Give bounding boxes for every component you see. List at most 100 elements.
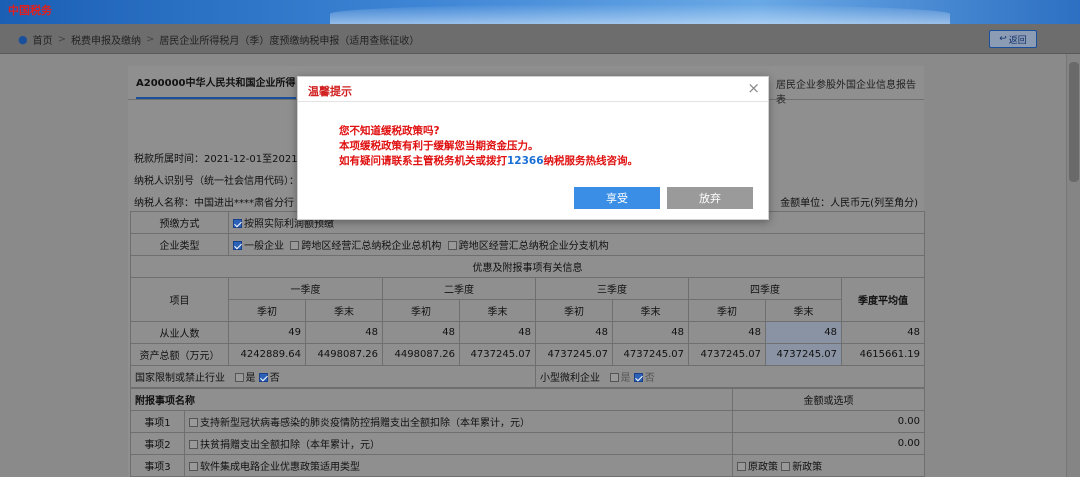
matter-checkbox[interactable] xyxy=(189,440,198,449)
cross-region-branch-checkbox[interactable] xyxy=(447,241,457,250)
employees-cell[interactable]: 49 xyxy=(228,321,306,344)
dialog-line-1: 您不知道缓税政策吗? xyxy=(339,125,440,137)
section-title: 优惠及附报事项有关信息 xyxy=(129,255,926,278)
small-yes-checkbox[interactable] xyxy=(609,373,619,382)
matter-label: 事项1 xyxy=(130,410,185,433)
matter-name: 支持新型冠状病毒感染的肺炎疫情防控捐赠支出全额扣除（本年累计，元） xyxy=(184,410,733,433)
matter-checkbox[interactable] xyxy=(189,418,198,427)
restricted-yes-checkbox[interactable] xyxy=(234,373,244,382)
q3-header: 三季度 xyxy=(535,277,689,300)
cross-region-branch-label: 跨地区经营汇总纳税企业分支机构 xyxy=(458,241,609,252)
prepay-actual-profit-label: 按照实际利润额预缴 xyxy=(244,219,334,230)
dialog-line-3: 如有疑问请联系主管税务机关或拨打12366纳税服务热线咨询。 xyxy=(339,154,638,169)
location-pin-icon: ● xyxy=(18,33,28,46)
assets-cell[interactable]: 4737245.07 xyxy=(459,343,536,366)
amount-unit: 金额单位：人民币元(列至角分) xyxy=(780,198,918,209)
employees-cell[interactable]: 48 xyxy=(535,321,613,344)
q2-end-header: 季末 xyxy=(459,299,536,322)
restricted-no-checkbox[interactable] xyxy=(258,373,268,382)
tab-a200000[interactable]: A200000中华人民共和国企业所得 xyxy=(136,74,296,99)
quarter-average-header: 季度平均值 xyxy=(840,277,926,322)
new-policy-checkbox[interactable] xyxy=(781,462,791,471)
employees-cell[interactable]: 48 xyxy=(305,321,383,344)
employees-cell[interactable]: 48 xyxy=(612,321,689,344)
assets-average: 4615661.19 xyxy=(840,343,926,366)
enterprise-type-options: 一般企业 跨地区经营汇总纳税企业总机构 跨地区经营汇总纳税企业分支机构 xyxy=(227,233,926,256)
taxpayer-name: 纳税人名称：中国进出****肃省分行 xyxy=(134,198,294,209)
small-enterprise-label: 小型微利企业 xyxy=(540,373,600,384)
amount-header: 金额或选项 xyxy=(732,388,925,411)
item-column-header: 项目 xyxy=(130,277,229,322)
q4-start-header: 季初 xyxy=(688,299,766,322)
prepay-form-table: 预缴方式 按照实际利润额预缴 企业类型 一般企业 跨地区经营汇总纳税企业总机构 … xyxy=(129,211,926,388)
assets-cell[interactable]: 4498087.26 xyxy=(305,343,383,366)
tax-logo: 中国税务 xyxy=(8,4,52,17)
dialog-message: 您不知道缓税政策吗? 本项缓税政策有利于缓解您当期资金压力。 如有疑问请联系主管… xyxy=(339,124,638,169)
restricted-industry-row: 国家限制或禁止行业 是 否 xyxy=(130,365,536,388)
small-no-checkbox[interactable] xyxy=(633,373,643,382)
matter-row: 事项3 软件集成电路企业优惠政策适用类型 原政策 新政策 xyxy=(130,454,925,477)
matter-checkbox[interactable] xyxy=(189,462,198,471)
assets-cell[interactable]: 4737245.07 xyxy=(765,343,842,366)
old-policy-label: 原政策 xyxy=(748,462,778,473)
prepay-method-label: 预缴方式 xyxy=(130,211,229,234)
prepay-actual-profit-checkbox[interactable] xyxy=(233,219,242,228)
decline-button[interactable]: 放弃 xyxy=(667,187,753,209)
employees-label: 从业人数 xyxy=(130,321,229,344)
q2-header: 二季度 xyxy=(382,277,536,300)
q4-end-header: 季末 xyxy=(765,299,842,322)
employees-cell[interactable]: 48 xyxy=(459,321,536,344)
dialog-line-3-post: 纳税服务热线咨询。 xyxy=(543,155,639,167)
cross-region-head-checkbox[interactable] xyxy=(290,241,300,250)
matter-name-text: 软件集成电路企业优惠政策适用类型 xyxy=(200,462,360,473)
employees-cell[interactable]: 48 xyxy=(765,321,842,344)
matter-value[interactable]: 0.00 xyxy=(732,432,925,455)
hotline-number: 12366 xyxy=(507,155,544,167)
q4-header: 四季度 xyxy=(688,277,842,300)
matter-name-text: 支持新型冠状病毒感染的肺炎疫情防控捐赠支出全额扣除（本年累计，元） xyxy=(200,418,530,429)
assets-cell[interactable]: 4737245.07 xyxy=(535,343,613,366)
enterprise-type-label: 企业类型 xyxy=(130,233,229,256)
accept-button[interactable]: 享受 xyxy=(574,187,660,209)
small-no-label: 否 xyxy=(644,373,655,384)
breadcrumb-tax-filing[interactable]: 税费申报及缴纳 xyxy=(71,32,141,47)
q1-header: 一季度 xyxy=(228,277,383,300)
dialog-title: 温馨提示 xyxy=(308,85,352,98)
dialog-line-3-pre: 如有疑问请联系主管税务机关或拨打 xyxy=(339,155,507,167)
employees-cell[interactable]: 48 xyxy=(688,321,766,344)
back-button-label: 返回 xyxy=(1008,35,1027,46)
matter-policy-options: 原政策 新政策 xyxy=(732,454,925,477)
assets-cell[interactable]: 4498087.26 xyxy=(382,343,460,366)
banner-decoration xyxy=(330,4,950,24)
matter-row: 事项1 支持新型冠状病毒感染的肺炎疫情防控捐赠支出全额扣除（本年累计，元） 0.… xyxy=(130,410,925,433)
matter-value[interactable]: 0.00 xyxy=(732,410,925,433)
attach-header: 附报事项名称 xyxy=(130,388,733,411)
breadcrumb-home[interactable]: 首页 xyxy=(33,32,53,47)
q2-start-header: 季初 xyxy=(382,299,460,322)
breadcrumb-separator: > xyxy=(57,34,66,45)
assets-cell[interactable]: 4737245.07 xyxy=(688,343,766,366)
dialog-line-2: 本项缓税政策有利于缓解您当期资金压力。 xyxy=(339,140,539,152)
breadcrumb-separator: > xyxy=(146,34,155,45)
close-icon[interactable]: × xyxy=(747,80,760,96)
new-policy-label: 新政策 xyxy=(792,462,823,473)
taxpayer-id: 纳税人识别号（统一社会信用代码）： xyxy=(134,176,299,187)
return-arrow-icon: ↩ xyxy=(999,34,1007,44)
vertical-scrollbar[interactable] xyxy=(1066,54,1080,477)
back-button[interactable]: ↩ 返回 xyxy=(989,30,1037,48)
q1-end-header: 季末 xyxy=(305,299,383,322)
old-policy-checkbox[interactable] xyxy=(737,462,746,471)
assets-cell[interactable]: 4242889.64 xyxy=(228,343,306,366)
general-enterprise-checkbox[interactable] xyxy=(233,241,242,250)
matter-label: 事项3 xyxy=(130,454,185,477)
reminder-dialog: 温馨提示 × 您不知道缓税政策吗? 本项缓税政策有利于缓解您当期资金压力。 如有… xyxy=(297,76,769,220)
assets-cell[interactable]: 4737245.07 xyxy=(612,343,689,366)
top-banner: 中国税务 xyxy=(0,0,1080,24)
small-enterprise-row: 小型微利企业 是 否 xyxy=(534,365,926,388)
scrollbar-thumb[interactable] xyxy=(1069,62,1079,182)
q1-start-header: 季初 xyxy=(228,299,306,322)
employees-cell[interactable]: 48 xyxy=(382,321,460,344)
breadcrumb: ● 首页 > 税费申报及缴纳 > 居民企业所得税月（季）度预缴纳税申报（适用查账… xyxy=(18,32,419,47)
tab-foreign-participation-report[interactable]: 居民企业参股外国企业信息报告表 xyxy=(776,76,924,106)
restricted-yes-label: 是 xyxy=(245,373,256,384)
